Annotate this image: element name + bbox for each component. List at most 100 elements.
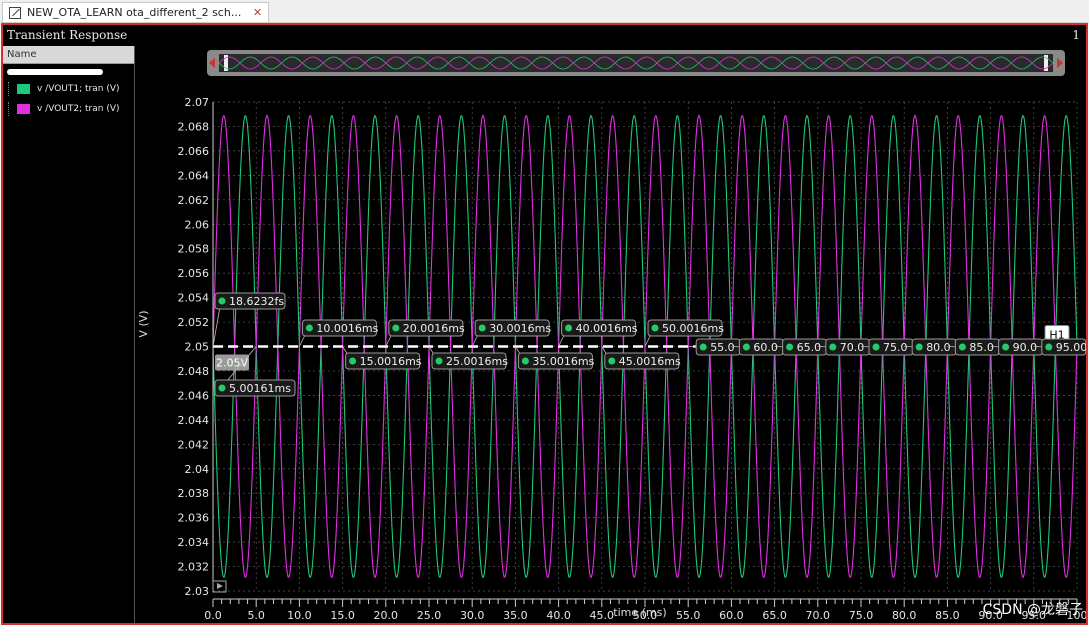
waveform-window: Transient Response 1 Name v /VOUT1; tran…: [1, 23, 1089, 625]
x-tick-label: 20.0: [374, 609, 399, 622]
crossing-40-text: 40.0016ms: [576, 322, 638, 335]
y-tick-label: 2.058: [178, 243, 210, 256]
signal-item-vout2[interactable]: v /VOUT2; tran (V): [3, 101, 134, 117]
crossing-70-dot: [829, 343, 837, 351]
x-tick-label: 40.0: [546, 609, 571, 622]
crossing-60-dot: [742, 343, 750, 351]
schematic-icon: [9, 7, 21, 19]
crossing-10-dot: [305, 324, 313, 332]
y-tick-label: 2.064: [178, 169, 210, 182]
crossing-55-dot: [699, 343, 707, 351]
crossing-60-text: 60.0: [753, 341, 778, 354]
crossing-50-text: 50.0016ms: [662, 322, 724, 335]
tab-schematic[interactable]: NEW_OTA_LEARN ota_different_2 sch... ✕: [2, 2, 270, 22]
y-tick-label: 2.054: [178, 292, 210, 305]
crossing-75-text: 75.0: [883, 341, 908, 354]
x-tick-label: 15.0: [330, 609, 355, 622]
x-tick-label: 60.0: [719, 609, 744, 622]
signal-browser: Name v /VOUT1; tran (V) v /VOUT2; tran (…: [3, 46, 135, 623]
crossing-90-text: 90.0: [1013, 341, 1038, 354]
crossing-25-dot: [435, 357, 443, 365]
crossing-90-dot: [1002, 343, 1010, 351]
x-tick-label: 70.0: [806, 609, 831, 622]
signal-item-vout1[interactable]: v /VOUT1; tran (V): [3, 81, 134, 97]
overview-scrollbar[interactable]: [207, 50, 1065, 76]
crossing-55-text: 55.0: [710, 341, 735, 354]
x-tick-label: 85.0: [935, 609, 960, 622]
crossing-35-dot: [521, 357, 529, 365]
x-tick-label: 5.0: [247, 609, 265, 622]
x-tick-label: 80.0: [892, 609, 917, 622]
x-tick-label: 30.0: [460, 609, 485, 622]
watermark: CSDN @龙磐子: [983, 602, 1083, 618]
tab-title: NEW_OTA_LEARN ota_different_2 sch...: [27, 6, 242, 19]
y-tick-label: 2.05: [185, 341, 210, 354]
y-tick-label: 2.06: [185, 218, 210, 231]
y-tick-label: 2.068: [178, 120, 210, 133]
crossing-5-dot: [218, 384, 226, 392]
crossing-15-text: 15.0016ms: [360, 355, 422, 368]
crossing-80-dot: [915, 343, 923, 351]
panel-title: Transient Response: [7, 28, 128, 42]
signal-label: v /VOUT2; tran (V): [37, 104, 120, 114]
y-tick-label: 2.07: [185, 96, 210, 109]
crossing-25-text: 25.0016ms: [446, 355, 508, 368]
y-tick-label: 2.032: [178, 561, 210, 574]
x-tick-label: 10.0: [287, 609, 312, 622]
transient-chart[interactable]: 2.05VH1 18.6232fs5.00161ms10.0016ms15.00…: [135, 46, 1089, 623]
close-icon[interactable]: ✕: [253, 3, 262, 22]
crossing-65-text: 65.0: [797, 341, 822, 354]
signal-label: v /VOUT1; tran (V): [37, 84, 120, 94]
crossing-0-dot: [218, 297, 226, 305]
crossing-30-text: 30.0016ms: [489, 322, 551, 335]
y-tick-label: 2.038: [178, 487, 210, 500]
crossing-65-dot: [786, 343, 794, 351]
vout1-color-swatch: [17, 84, 30, 94]
y-tick-label: 2.056: [178, 267, 210, 280]
crossing-75-dot: [872, 343, 880, 351]
y-tick-label: 2.048: [178, 365, 210, 378]
plot-area[interactable]: 2.05V H1 18.6232fs 5.00161ms 10.0016ms 15.00…: [135, 46, 1089, 623]
crossing-80-text: 80.0: [926, 341, 951, 354]
crossing-45-text: 45.0016ms: [619, 355, 681, 368]
crossing-40-dot: [565, 324, 573, 332]
crossing-30-dot: [478, 324, 486, 332]
crossing-45-dot: [608, 357, 616, 365]
crossing-85-dot: [958, 343, 966, 351]
crossing-85-text: 85.0: [969, 341, 994, 354]
panel-header: Transient Response 1: [3, 25, 1086, 46]
x-tick-label: 0.0: [204, 609, 222, 622]
x-tick-label: 35.0: [503, 609, 528, 622]
y-tick-label: 2.052: [178, 316, 210, 329]
y-axis-label: V (V): [137, 310, 150, 337]
crossing-15-dot: [349, 357, 357, 365]
vout2-color-swatch: [17, 104, 30, 114]
x-tick-label: 50.0: [633, 609, 658, 622]
crossing-20-text: 20.0016ms: [403, 322, 465, 335]
crossing-50-dot: [651, 324, 659, 332]
y-tick-label: 2.044: [178, 414, 210, 427]
x-tick-label: 65.0: [762, 609, 787, 622]
x-tick-label: 45.0: [590, 609, 615, 622]
panel-number: 1: [1072, 28, 1080, 42]
y-tick-label: 2.062: [178, 194, 210, 207]
crossing-95-text: 95.001: [1056, 341, 1086, 354]
x-tick-label: 55.0: [676, 609, 701, 622]
name-column-header[interactable]: Name: [3, 46, 134, 64]
signal-filter-input[interactable]: [7, 69, 103, 75]
play-triangle-icon: [217, 583, 223, 589]
y-tick-label: 2.042: [178, 438, 210, 451]
crossing-95-dot: [1045, 343, 1053, 351]
x-tick-label: 75.0: [849, 609, 874, 622]
crossing-70-text: 70.0: [840, 341, 865, 354]
y-tick-label: 2.034: [178, 536, 210, 549]
y-tick-label: 2.066: [178, 145, 210, 158]
crossing-10-text: 10.0016ms: [316, 322, 378, 335]
tab-bar: NEW_OTA_LEARN ota_different_2 sch... ✕: [0, 0, 1089, 23]
y-tick-label: 2.04: [185, 463, 210, 476]
crossing-35-text: 35.0016ms: [532, 355, 594, 368]
y-tick-label: 2.03: [185, 585, 210, 598]
y-tick-label: 2.046: [178, 389, 210, 402]
crossing-5-text: 5.00161ms: [229, 382, 291, 395]
x-tick-label: 25.0: [417, 609, 442, 622]
